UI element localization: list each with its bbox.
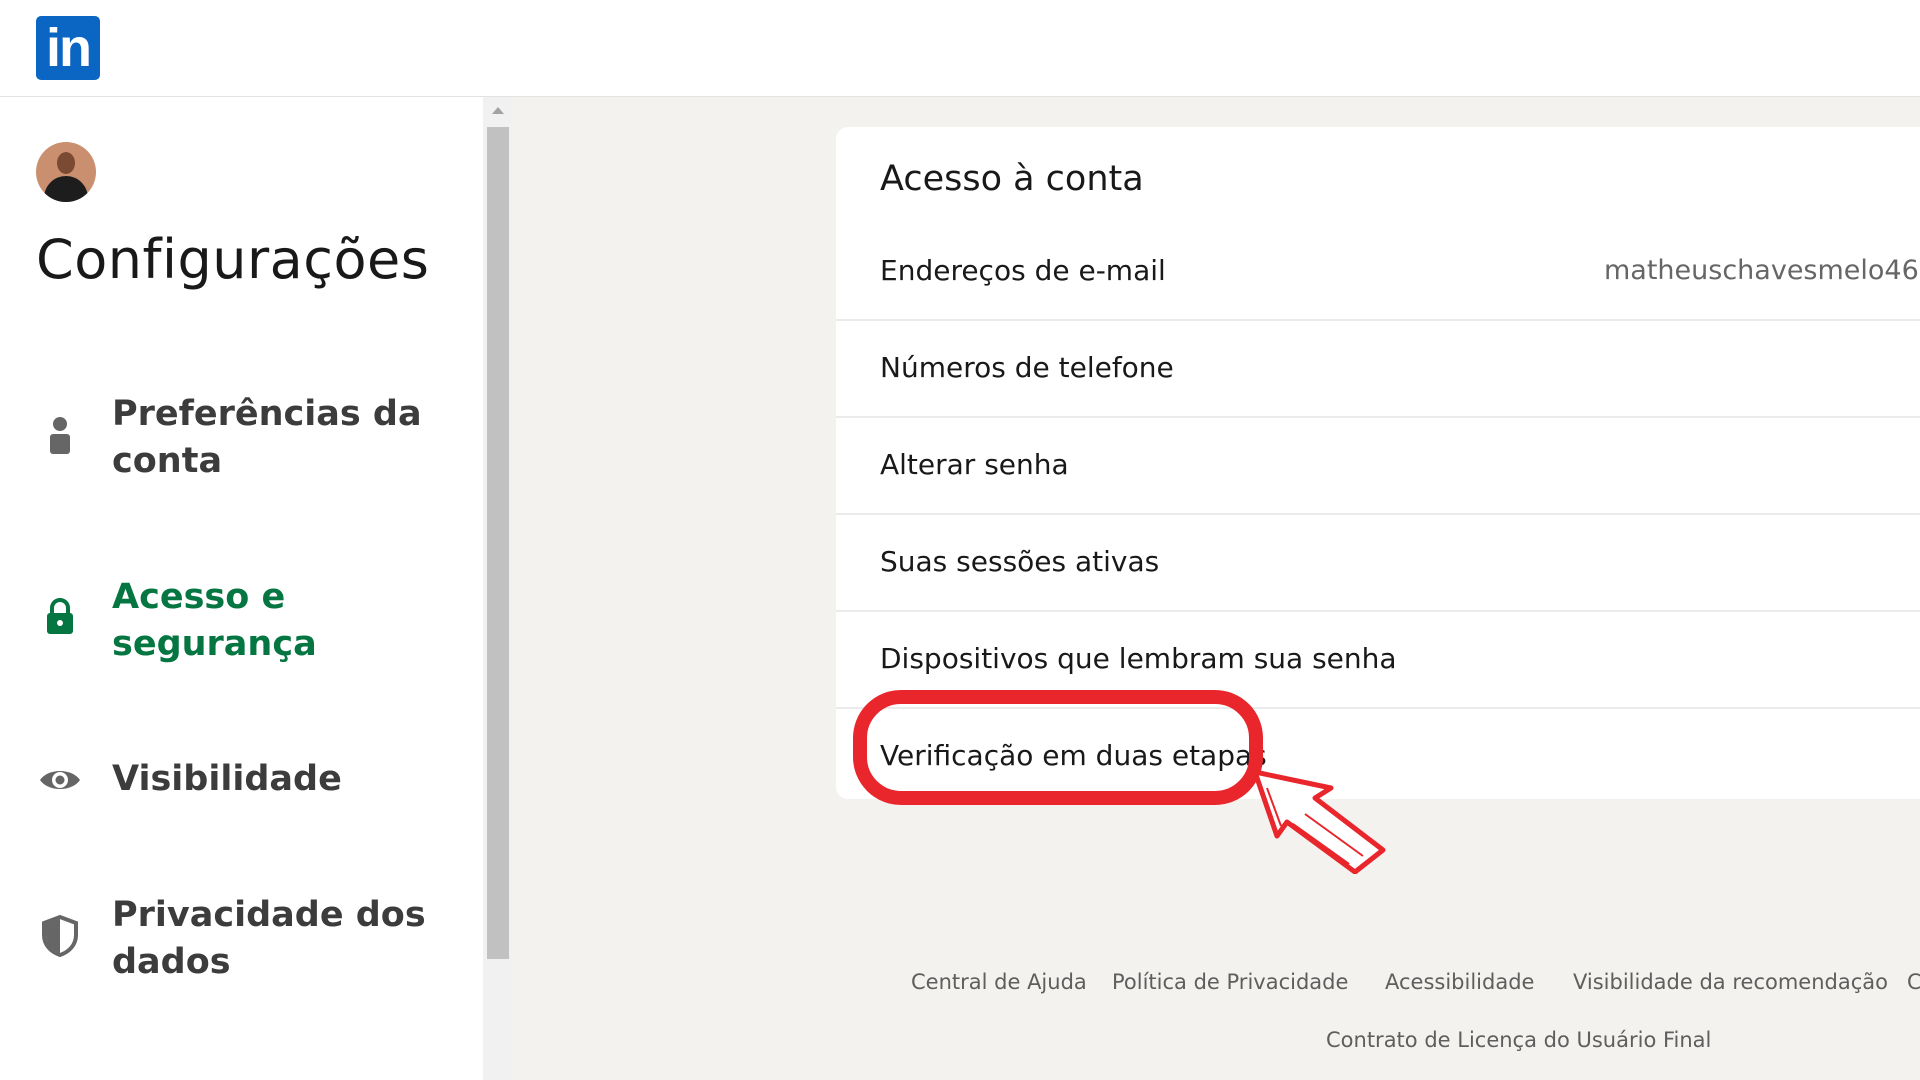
card-title: Acesso à conta xyxy=(880,159,1144,199)
row-phone-numbers[interactable]: Números de telefone xyxy=(836,320,1920,418)
annotation-highlight-circle xyxy=(853,690,1263,805)
shield-icon xyxy=(42,914,78,958)
footer-link-recommendation-visibility[interactable]: Visibilidade da recomendação xyxy=(1573,970,1888,994)
footer-link-accessibility[interactable]: Acessibilidade xyxy=(1385,970,1534,994)
row-value-email: matheuschavesmelo464 xyxy=(1604,255,1920,286)
person-icon xyxy=(50,417,70,454)
row-change-password[interactable]: Alterar senha xyxy=(836,417,1920,515)
row-label: Endereços de e-mail xyxy=(880,254,1166,287)
eye-icon xyxy=(40,771,80,789)
sidebar-item-label: Privacidade dos dados xyxy=(112,895,426,982)
footer-link-help-center[interactable]: Central de Ajuda xyxy=(911,970,1087,994)
row-label: Suas sessões ativas xyxy=(880,545,1160,578)
sidebar-scrollbar[interactable] xyxy=(483,97,513,1080)
row-label: Números de telefone xyxy=(880,351,1174,384)
sidebar-item-label: Visibilidade xyxy=(112,759,342,799)
sidebar-item-label: Preferências da conta xyxy=(112,394,422,481)
settings-sidebar: Configurações Preferências da conta Aces… xyxy=(0,97,483,1080)
row-email-addresses[interactable]: Endereços de e-mail matheuschavesmelo464 xyxy=(836,223,1920,321)
footer-link-truncated[interactable]: C xyxy=(1907,970,1920,994)
row-label: Alterar senha xyxy=(880,448,1069,481)
annotation-arrow-icon xyxy=(1252,769,1386,874)
sidebar-item-label: Acesso e segurança xyxy=(112,577,317,664)
top-navigation-bar: in xyxy=(0,0,1920,97)
row-active-sessions[interactable]: Suas sessões ativas xyxy=(836,514,1920,612)
avatar[interactable] xyxy=(36,142,96,202)
scroll-up-arrow-icon[interactable] xyxy=(492,107,504,114)
scroll-thumb[interactable] xyxy=(487,127,509,959)
footer-link-privacy-policy[interactable]: Política de Privacidade xyxy=(1112,970,1348,994)
lock-icon xyxy=(47,598,73,634)
linkedin-logo[interactable]: in xyxy=(36,16,100,80)
page-title: Configurações xyxy=(36,228,430,291)
footer-link-end-user-license[interactable]: Contrato de Licença do Usuário Final xyxy=(1326,1028,1711,1052)
